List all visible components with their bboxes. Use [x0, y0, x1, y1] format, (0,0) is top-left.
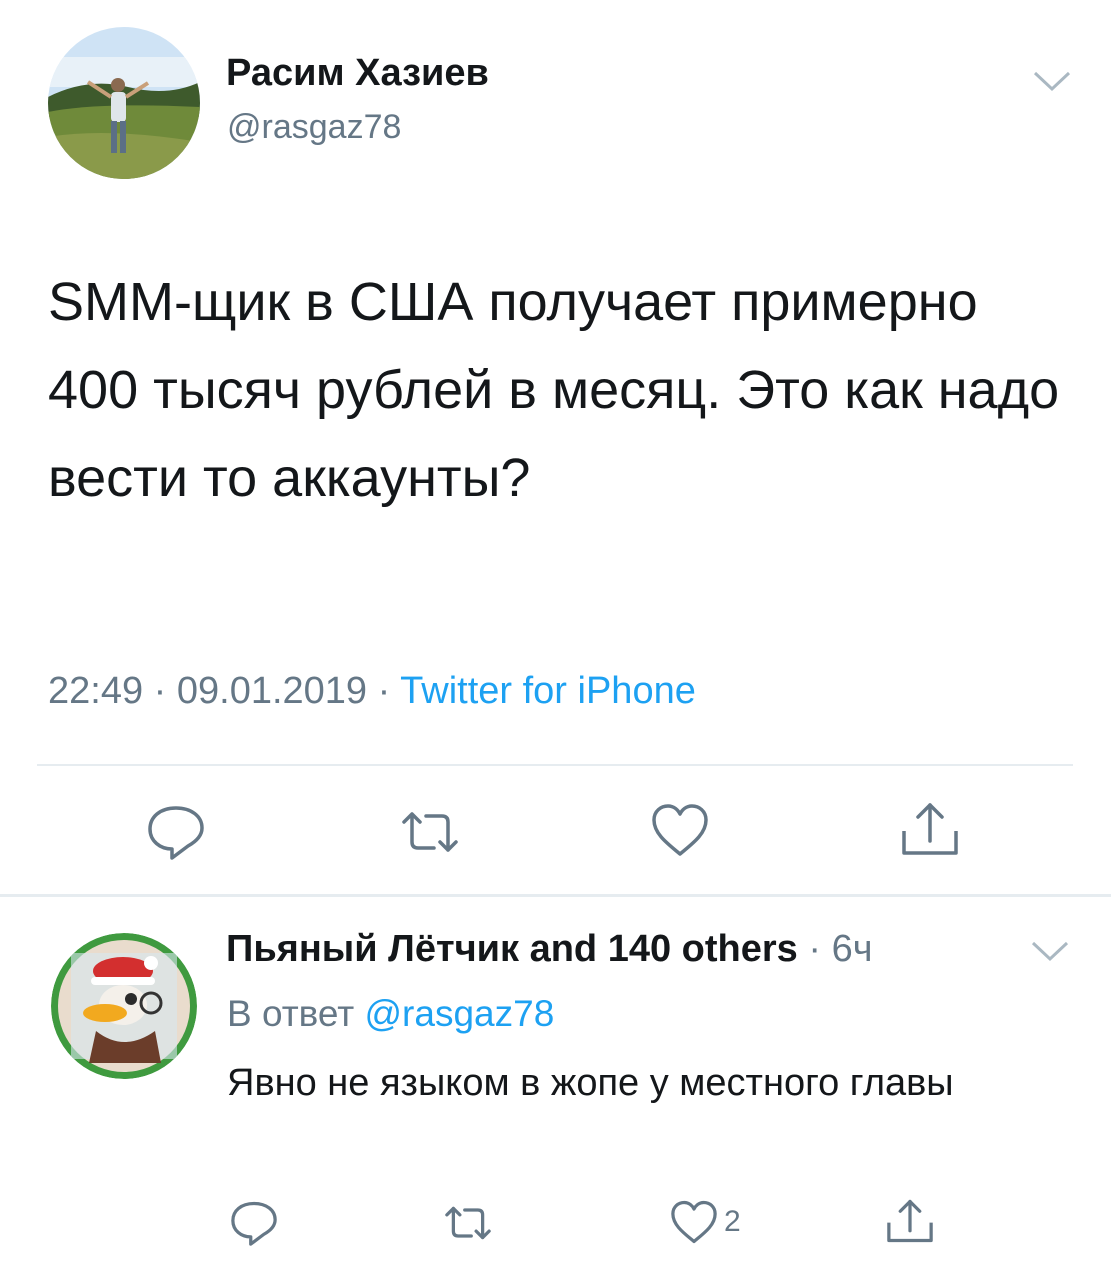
avatar-photo	[48, 27, 200, 179]
reply-author-name[interactable]: Пьяный Лётчик and 140 others	[226, 928, 798, 970]
chevron-down-icon[interactable]	[1030, 940, 1070, 967]
reply-time: 6ч	[831, 928, 873, 970]
chevron-down-icon[interactable]	[1032, 70, 1072, 97]
like-icon[interactable]	[648, 798, 712, 867]
like-icon	[671, 1200, 717, 1244]
reply-author-avatar[interactable]	[51, 933, 197, 1079]
tweet-source-link[interactable]: Twitter for iPhone	[400, 670, 696, 712]
tweet-meta: 22:49 · 09.01.2019 · Twitter for iPhone	[48, 670, 696, 713]
retweet-icon[interactable]	[442, 1197, 494, 1254]
meta-separator: ·	[377, 670, 391, 712]
section-separator	[0, 894, 1111, 897]
meta-separator: ·	[153, 670, 167, 712]
in-reply-to: В ответ @rasgaz78	[227, 993, 554, 1035]
reply-separator: ·	[808, 928, 821, 970]
author-avatar[interactable]	[48, 27, 200, 179]
like-button[interactable]: 2	[668, 1196, 741, 1248]
reply-icon[interactable]	[144, 800, 208, 869]
share-icon[interactable]	[898, 797, 962, 866]
in-reply-handle-link[interactable]: @rasgaz78	[365, 993, 555, 1034]
reply-icon[interactable]	[228, 1197, 280, 1254]
in-reply-prefix: В ответ	[227, 993, 355, 1034]
reply-author-line: Пьяный Лётчик and 140 others · 6ч	[226, 928, 873, 971]
divider	[37, 764, 1073, 766]
avatar-cartoon-image	[51, 933, 197, 1079]
author-name[interactable]: Расим Хазиев	[226, 52, 489, 95]
share-icon[interactable]	[884, 1195, 936, 1252]
author-handle[interactable]: @rasgaz78	[227, 108, 401, 147]
tweet-date: 09.01.2019	[176, 670, 368, 712]
tweet-text: SMM-щик в США получает примерно 400 тыся…	[48, 272, 1060, 508]
like-count: 2	[724, 1205, 741, 1238]
reply-text: Явно не языком в жопе у местного главы	[227, 1062, 954, 1104]
tweet-time: 22:49	[48, 670, 144, 712]
retweet-icon[interactable]	[398, 800, 462, 869]
